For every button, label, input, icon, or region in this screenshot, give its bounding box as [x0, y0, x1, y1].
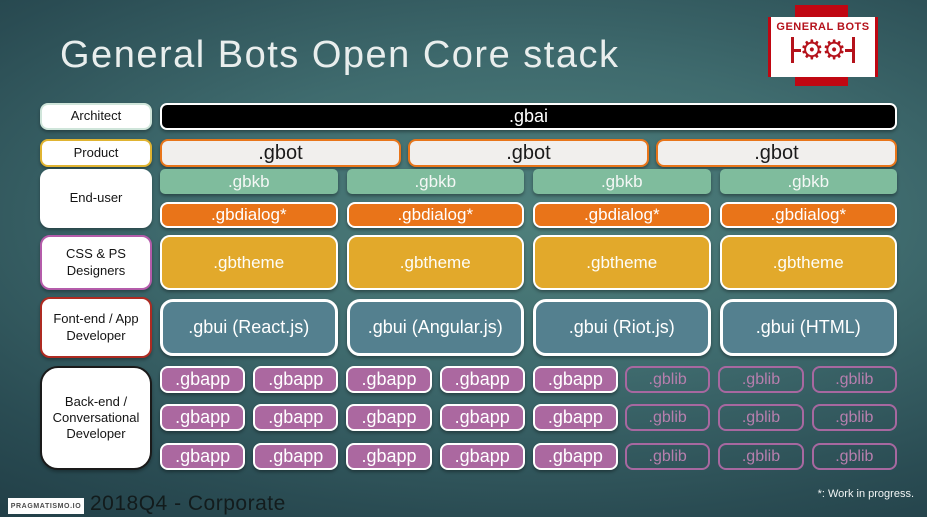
work-in-progress-note: *: Work in progress.: [817, 488, 914, 500]
pragmatismo-badge: PRAGMATISMO.IO: [8, 498, 84, 514]
gbtheme-box: .gbtheme: [346, 235, 524, 290]
gbtheme-box: .gbtheme: [160, 235, 338, 290]
row-label-architect: Architect: [40, 103, 152, 130]
row-gbot: .gbot .gbot .gbot: [160, 139, 897, 167]
gbapp-box: .gbapp: [160, 443, 246, 470]
gbapp-group: .gbapp .gbapp .gbapp .gbapp .gbapp: [160, 443, 619, 470]
row-gbai: .gbai: [160, 103, 897, 130]
gbapp-box: .gbapp: [532, 443, 619, 470]
gbot-box: .gbot: [408, 139, 649, 167]
row-gbapp-gblib-1: .gbapp .gbapp .gbapp .gbapp .gbapp .gblib .gb…: [160, 366, 897, 393]
gbdialog-box: .gbdialog*: [533, 202, 711, 228]
gbkb-box: .gbkb: [533, 169, 711, 194]
gbkb-box: .gbkb: [346, 169, 524, 194]
gbapp-box: .gbapp: [346, 404, 432, 431]
gbkb-box: .gbkb: [719, 169, 897, 194]
gbapp-box: .gbapp: [439, 366, 525, 393]
page-title: General Bots Open Core stack: [60, 34, 620, 76]
gbapp-group: .gbapp .gbapp .gbapp .gbapp .gbapp: [160, 366, 619, 393]
gbapp-box: .gbapp: [346, 366, 432, 393]
row-gbui: .gbui (React.js) .gbui (Angular.js) .gbui …: [160, 299, 897, 356]
gbapp-box: .gbapp: [439, 404, 525, 431]
gbapp-box: .gbapp: [253, 366, 339, 393]
gblib-group: .gblib .gblib .gblib: [625, 443, 897, 470]
gbapp-box: .gbapp: [160, 366, 246, 393]
gblib-box: .gblib: [718, 366, 804, 393]
gear-icon: ⚙: [799, 34, 824, 65]
gbui-box: .gbui (React.js): [160, 299, 338, 356]
gbui-box: .gbui (HTML): [719, 299, 897, 356]
row-label-backend-conversational-developer: Back-end / Conversational Developer: [40, 366, 152, 470]
gbdialog-box: .gbdialog*: [160, 202, 338, 228]
row-label-end-user: End-user: [40, 169, 152, 228]
gbapp-box: .gbapp: [160, 404, 246, 431]
gblib-box: .gblib: [718, 443, 804, 470]
gbapp-box: .gbapp: [532, 366, 619, 393]
gbui-box: .gbui (Angular.js): [346, 299, 524, 356]
footer-caption: 2018Q4 - Corporate: [90, 492, 286, 515]
general-bots-logo: GENERAL BOTS ⚙ ⚙: [763, 0, 893, 95]
gbkb-box: .gbkb: [160, 169, 338, 194]
gbapp-box: .gbapp: [532, 404, 619, 431]
logo-card: GENERAL BOTS ⚙ ⚙: [768, 17, 878, 77]
gblib-box: .gblib: [811, 404, 897, 431]
row-gbapp-gblib-2: .gbapp .gbapp .gbapp .gbapp .gbapp .gblib .gb…: [160, 404, 897, 431]
row-gbapp-gblib-3: .gbapp .gbapp .gbapp .gbapp .gbapp .gblib .gb…: [160, 443, 897, 470]
row-label-frontend-app-developer: Font-end / App Developer: [40, 297, 152, 358]
gblib-box: .gblib: [625, 404, 711, 431]
row-gbkb: .gbkb .gbkb .gbkb .gbkb: [160, 169, 897, 194]
gbui-box: .gbui (Riot.js): [533, 299, 711, 356]
gblib-group: .gblib .gblib .gblib: [625, 366, 897, 393]
gbdialog-box: .gbdialog*: [346, 202, 524, 228]
gblib-box: .gblib: [625, 443, 711, 470]
gblib-group: .gblib .gblib .gblib: [625, 404, 897, 431]
gbapp-box: .gbapp: [346, 443, 432, 470]
gbot-box: .gbot: [656, 139, 897, 167]
gbapp-box: .gbapp: [439, 443, 525, 470]
row-gbdialog: .gbdialog* .gbdialog* .gbdialog* .gbdialog*: [160, 202, 897, 228]
gbapp-box: .gbapp: [253, 404, 339, 431]
gblib-box: .gblib: [718, 404, 804, 431]
row-label-css-ps-designers: CSS & PS Designers: [40, 235, 152, 290]
gbtheme-box: .gbtheme: [533, 235, 711, 290]
gbapp-box: .gbapp: [253, 443, 339, 470]
gblib-box: .gblib: [811, 366, 897, 393]
gear-line-right: [845, 48, 853, 52]
slide-canvas: General Bots Open Core stack GENERAL BOT…: [0, 0, 927, 517]
gear-icon: ⚙: [822, 34, 847, 65]
gblib-box: .gblib: [811, 443, 897, 470]
gbtheme-box: .gbtheme: [719, 235, 897, 290]
gblib-box: .gblib: [625, 366, 711, 393]
gbot-box: .gbot: [160, 139, 401, 167]
row-label-product: Product: [40, 139, 152, 167]
gbdialog-box: .gbdialog*: [719, 202, 897, 228]
gbapp-group: .gbapp .gbapp .gbapp .gbapp .gbapp: [160, 404, 619, 431]
gear-endbar-right: [852, 37, 856, 63]
gears-icon: ⚙ ⚙: [790, 31, 856, 69]
gbai-bar: .gbai: [160, 103, 897, 130]
row-gbtheme: .gbtheme .gbtheme .gbtheme .gbtheme: [160, 235, 897, 290]
